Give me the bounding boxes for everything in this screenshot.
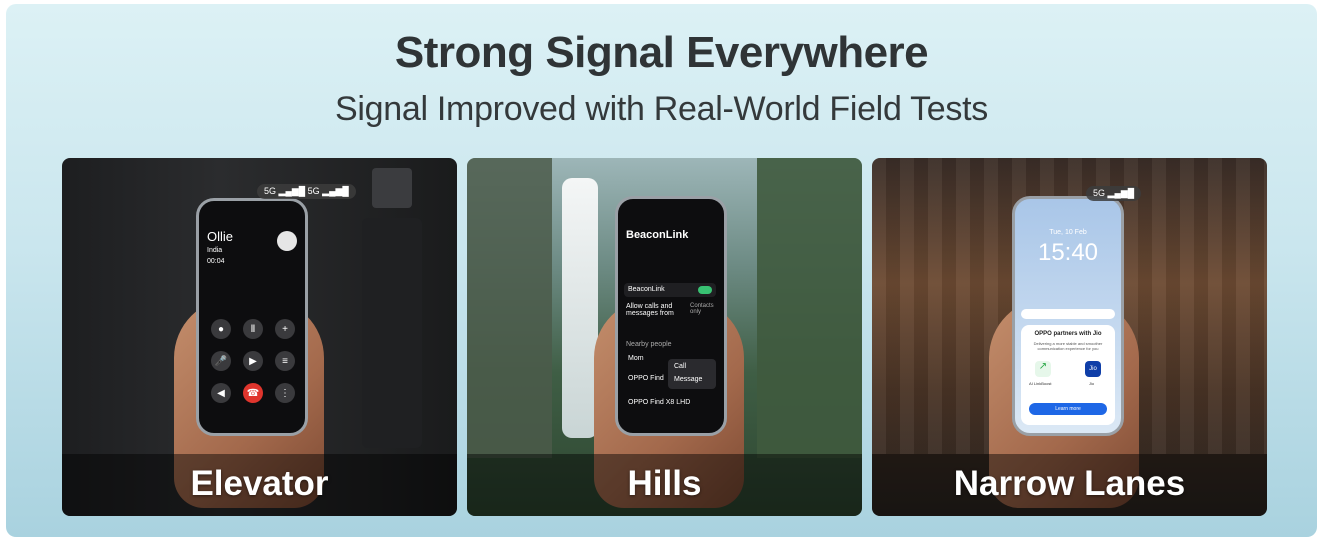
caller-name: Ollie xyxy=(207,229,234,244)
promo-banner: Strong Signal Everywhere Signal Improved… xyxy=(6,4,1317,537)
call-duration: 00:04 xyxy=(207,258,225,265)
call-action[interactable]: Call xyxy=(674,363,686,370)
message-action[interactable]: Message xyxy=(674,376,702,383)
call-controls-row-3: ◀ ☎ ⋮ xyxy=(211,383,295,403)
popup-title: OPPO partners with Jio xyxy=(1034,331,1102,337)
search-bar[interactable] xyxy=(1021,309,1115,319)
setting-value[interactable]: Contacts only xyxy=(690,303,720,315)
card-label: Elevator xyxy=(190,464,329,503)
caller-location: India xyxy=(207,247,223,254)
card-elevator: Ollie India 00:04 ● Ⅱ + 🎤 ▶ ≡ ◀ ☎ ⋮ 5G ▂… xyxy=(62,158,457,516)
jio-icon: Jio xyxy=(1085,361,1101,377)
card-hills: BeaconLink BeaconLink Allow calls and me… xyxy=(467,158,862,516)
action-menu: Call Message xyxy=(668,359,716,389)
call-controls-row-2: 🎤 ▶ ≡ xyxy=(211,351,295,371)
ai-linkboost-icon: ↗ xyxy=(1035,361,1051,377)
dial-pad-button[interactable]: ⋮ xyxy=(275,383,295,403)
contact-item[interactable]: Mom xyxy=(628,355,644,362)
signal-badge: 5G ▂▄▆█ xyxy=(1086,186,1142,201)
record-button[interactable]: ● xyxy=(211,319,231,339)
cliff-right xyxy=(757,158,862,458)
elevator-panel xyxy=(362,218,422,448)
toggle-label: BeaconLink xyxy=(628,286,665,293)
waterfall-image xyxy=(562,178,598,438)
contact-item[interactable]: OPPO Find X8 LHD xyxy=(628,399,690,406)
phone-mockup: BeaconLink BeaconLink Allow calls and me… xyxy=(615,196,727,436)
card-label: Narrow Lanes xyxy=(953,464,1186,503)
phone-mockup: Ollie India 00:04 ● Ⅱ + 🎤 ▶ ≡ ◀ ☎ ⋮ xyxy=(196,198,308,436)
card-label: Hills xyxy=(627,464,702,503)
phone-mockup: Tue, 10 Feb 15:40 OPPO partners with Jio… xyxy=(1012,196,1124,436)
mute-button[interactable]: 🎤 xyxy=(211,351,231,371)
learn-more-button[interactable]: Learn more xyxy=(1029,403,1107,415)
contact-item[interactable]: OPPO Find xyxy=(628,375,664,382)
hold-button[interactable]: Ⅱ xyxy=(243,319,263,339)
right-app-label: Jio xyxy=(1089,381,1095,386)
elevator-display xyxy=(372,168,412,208)
signal-label-2: 5G xyxy=(307,186,320,196)
page-title: Strong Signal Everywhere xyxy=(394,28,929,77)
cliff-left xyxy=(467,158,552,458)
popup-text: Delivering a more stable and smoother co… xyxy=(1033,341,1103,351)
signal-label: 5G xyxy=(1093,188,1106,198)
setting-label: Allow calls and messages from xyxy=(626,303,674,317)
lockscreen-time: 15:40 xyxy=(1037,239,1099,266)
video-call-button[interactable]: ▶ xyxy=(243,351,263,371)
add-call-button[interactable]: + xyxy=(275,319,295,339)
signal-badge: 5G ▂▄▆█ 5G ▂▄▆█ xyxy=(257,184,356,199)
speaker-button[interactable]: ◀ xyxy=(211,383,231,403)
left-app-label: AI LinkBoost xyxy=(1029,381,1052,386)
card-narrow-lanes: Tue, 10 Feb 15:40 OPPO partners with Jio… xyxy=(872,158,1267,516)
signal-label: 5G xyxy=(264,186,277,196)
app-title: BeaconLink xyxy=(626,229,689,241)
toggle-switch[interactable] xyxy=(698,286,712,294)
section-label: Nearby people xyxy=(626,341,672,348)
beaconlink-toggle-row[interactable]: BeaconLink xyxy=(624,283,716,297)
lockscreen-date: Tue, 10 Feb xyxy=(1049,229,1087,236)
page-subtitle: Signal Improved with Real-World Field Te… xyxy=(335,90,988,128)
end-call-button[interactable]: ☎ xyxy=(243,383,263,403)
notes-button[interactable]: ≡ xyxy=(275,351,295,371)
promo-popup: OPPO partners with Jio Delivering a more… xyxy=(1021,325,1115,425)
call-controls-row-1: ● Ⅱ + xyxy=(211,319,295,339)
avatar xyxy=(277,231,297,251)
